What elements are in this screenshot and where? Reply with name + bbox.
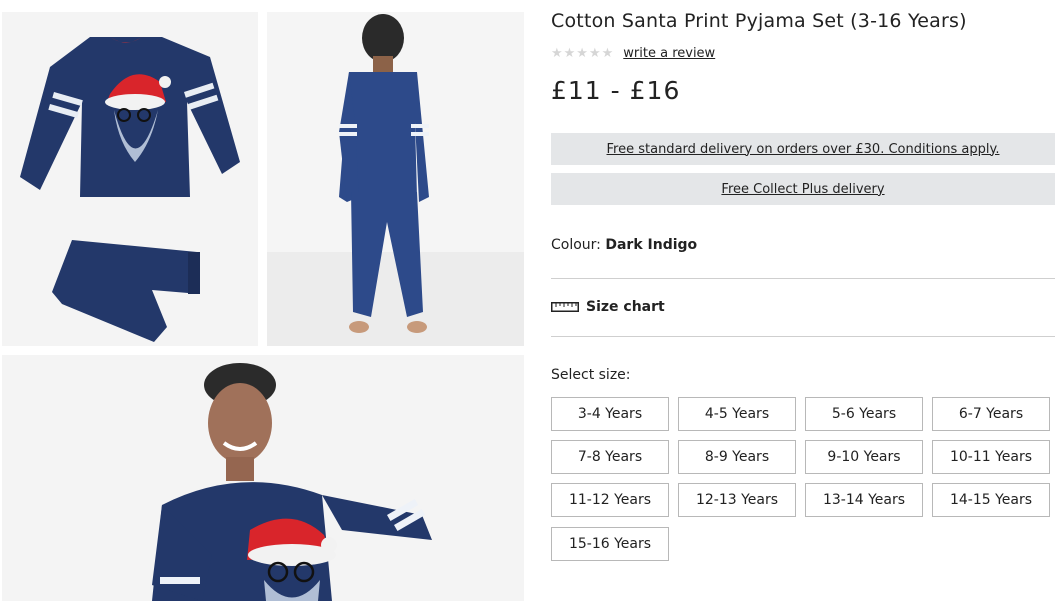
product-price: £11 - £16	[551, 76, 681, 105]
size-option[interactable]: 5-6 Years	[805, 397, 923, 431]
product-image-flatlay[interactable]	[2, 12, 258, 346]
write-review-link[interactable]: write a review	[623, 46, 715, 61]
rating-row: ★★★★★ write a review	[551, 46, 715, 61]
pyjama-flatlay-image	[2, 12, 258, 346]
product-image-model[interactable]	[2, 355, 524, 601]
collect-plus-delivery-link[interactable]: Free Collect Plus delivery	[551, 173, 1055, 205]
size-option[interactable]: 7-8 Years	[551, 440, 669, 474]
size-option[interactable]: 4-5 Years	[678, 397, 796, 431]
standard-delivery-link[interactable]: Free standard delivery on orders over £3…	[551, 133, 1055, 165]
size-chart-button[interactable]: Size chart	[551, 299, 665, 315]
size-option[interactable]: 13-14 Years	[805, 483, 923, 517]
ruler-icon	[551, 302, 579, 312]
size-option[interactable]: 3-4 Years	[551, 397, 669, 431]
size-option[interactable]: 10-11 Years	[932, 440, 1050, 474]
pyjama-back-image	[267, 12, 524, 346]
colour-row: Colour: Dark Indigo	[551, 237, 697, 253]
size-option[interactable]: 8-9 Years	[678, 440, 796, 474]
colour-label: Colour:	[551, 237, 601, 253]
pyjama-model-image	[2, 355, 524, 601]
size-option[interactable]: 11-12 Years	[551, 483, 669, 517]
select-size-label: Select size:	[551, 367, 631, 383]
product-image-back[interactable]	[267, 12, 524, 346]
rating-stars-icon: ★★★★★	[551, 46, 615, 61]
size-option[interactable]: 14-15 Years	[932, 483, 1050, 517]
divider	[551, 278, 1055, 279]
size-option[interactable]: 15-16 Years	[551, 527, 669, 561]
size-chart-label: Size chart	[586, 299, 665, 315]
product-title: Cotton Santa Print Pyjama Set (3-16 Year…	[551, 10, 967, 32]
size-option[interactable]: 6-7 Years	[932, 397, 1050, 431]
divider	[551, 336, 1055, 337]
size-option[interactable]: 9-10 Years	[805, 440, 923, 474]
size-option[interactable]: 12-13 Years	[678, 483, 796, 517]
colour-value: Dark Indigo	[605, 237, 698, 253]
